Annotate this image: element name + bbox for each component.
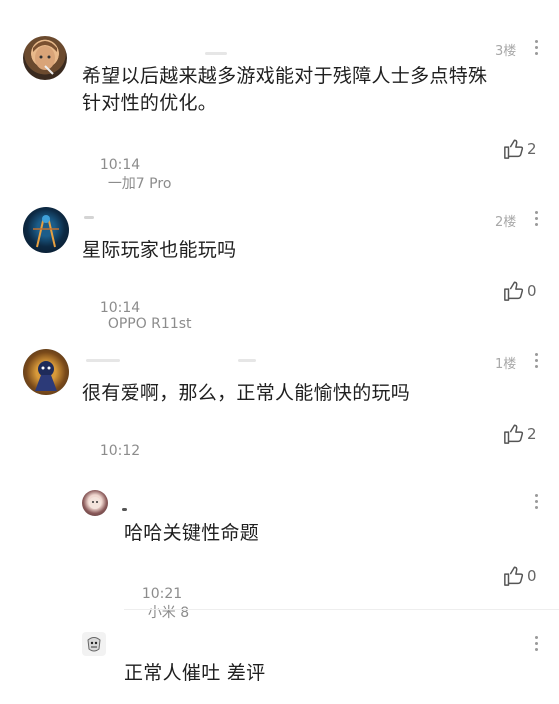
avatar[interactable] — [23, 36, 67, 80]
username-blurred[interactable] — [84, 216, 94, 219]
thumbs-up-icon — [504, 424, 524, 444]
thumbs-up-icon — [504, 139, 524, 159]
comment-text-line-2: 针对性的优化。 — [82, 92, 218, 114]
like-button[interactable]: 2 — [503, 138, 537, 160]
like-count: 0 — [527, 282, 537, 300]
comment-text: 希望以后越来越多游戏能对于残障人士多点特殊 针对性的优化。 — [82, 63, 552, 117]
comment-floor-2: 2楼 星际玩家也能玩吗 10:14 OPPO R11st 0 — [0, 180, 559, 332]
more-vertical-icon[interactable] — [535, 494, 539, 512]
comment-time: 10:12 — [99, 443, 141, 459]
comment-time: 10:14 — [99, 157, 141, 173]
more-vertical-icon[interactable] — [535, 353, 539, 371]
reply-text: 正常人催吐 差评 — [124, 662, 266, 684]
reply-item: 哈哈关键性命题 10:21 小米 8 0 — [0, 470, 559, 621]
more-vertical-icon[interactable] — [535, 40, 539, 58]
avatar[interactable] — [23, 207, 69, 253]
reply-item: 正常人催吐 差评 — [0, 610, 559, 704]
like-button[interactable]: 2 — [503, 423, 537, 445]
avatar[interactable] — [82, 632, 106, 656]
username-blurred-2 — [238, 359, 256, 362]
like-count: 0 — [527, 567, 537, 585]
like-count: 2 — [527, 425, 537, 443]
avatar[interactable] — [82, 490, 108, 516]
comment-floor-1: 1楼 很有爱啊，那么，正常人能愉快的玩吗 10:12 2 — [0, 323, 559, 470]
floor-label: 2楼 — [495, 215, 517, 230]
thumbs-up-icon — [504, 566, 524, 586]
username-blurred[interactable] — [86, 359, 120, 362]
more-vertical-icon[interactable] — [535, 636, 539, 654]
more-vertical-icon[interactable] — [535, 211, 539, 229]
comment-floor-3: 3楼 希望以后越来越多游戏能对于残障人士多点特殊 针对性的优化。 10:14 一… — [0, 0, 559, 192]
username-blurred[interactable] — [122, 508, 127, 511]
comment-time: 10:14 — [99, 300, 141, 316]
reply-time: 10:21 — [141, 586, 183, 602]
floor-label: 1楼 — [495, 357, 517, 372]
reply-text: 哈哈关键性命题 — [124, 522, 260, 544]
comment-text: 星际玩家也能玩吗 — [82, 239, 237, 261]
like-count: 2 — [527, 140, 537, 158]
comment-text-line-1: 希望以后越来越多游戏能对于残障人士多点特殊 — [82, 65, 488, 87]
floor-label: 3楼 — [495, 44, 517, 59]
like-button[interactable]: 0 — [503, 565, 537, 587]
username-blurred[interactable] — [205, 52, 227, 55]
like-button[interactable]: 0 — [503, 280, 537, 302]
thumbs-up-icon — [504, 281, 524, 301]
avatar[interactable] — [23, 349, 69, 395]
comment-meta: 10:12 — [82, 427, 140, 475]
comment-text: 很有爱啊，那么，正常人能愉快的玩吗 — [82, 382, 411, 404]
